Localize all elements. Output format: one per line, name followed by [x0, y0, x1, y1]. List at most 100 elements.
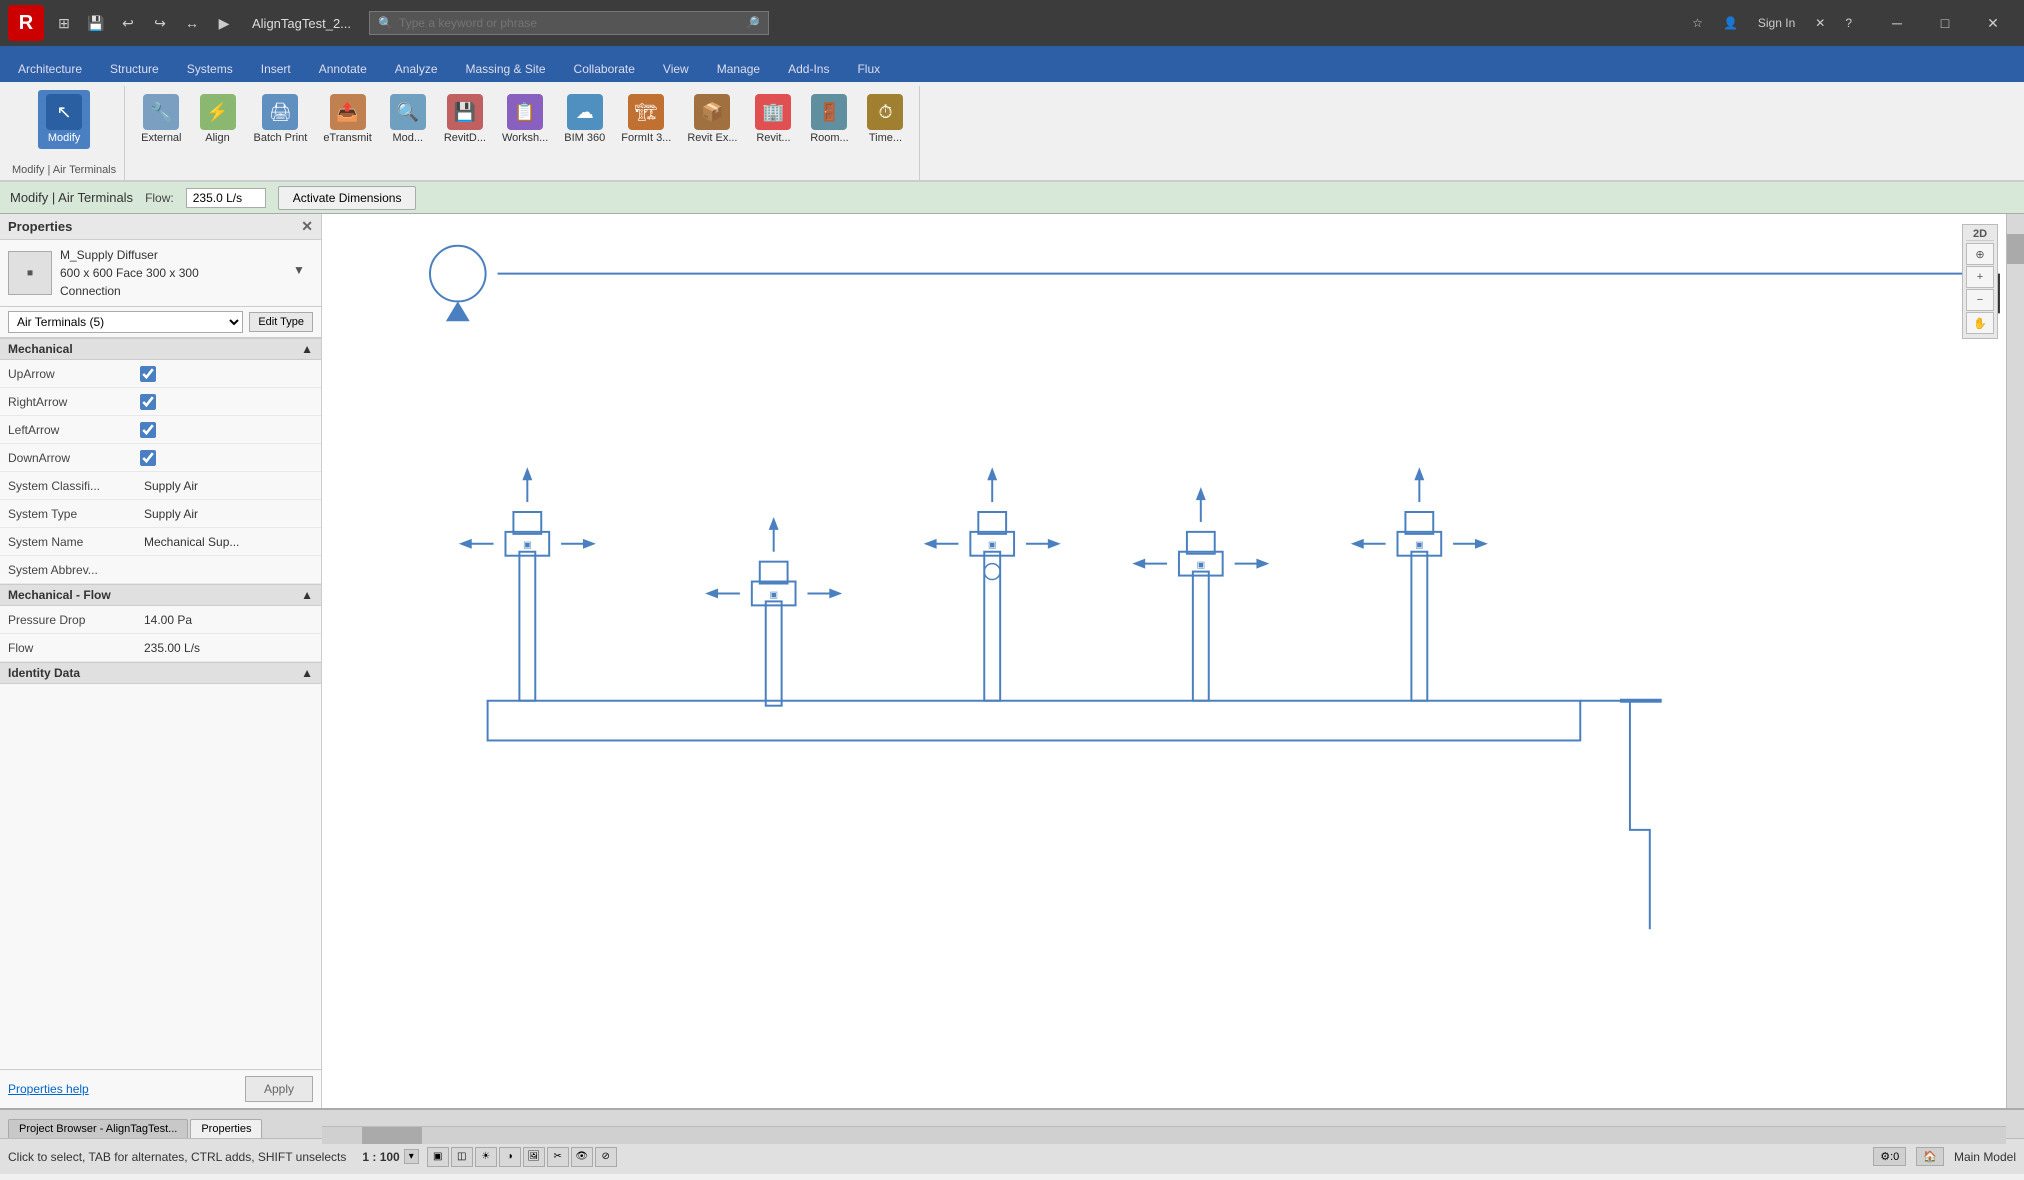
identity-section-header[interactable]: Identity Data ▲ [0, 662, 321, 684]
title-right-area: ☆ 👤 Sign In ✕ ? [1686, 14, 1858, 32]
edit-type-btn[interactable]: Edit Type [249, 312, 313, 332]
minimize-btn[interactable]: ─ [1874, 7, 1920, 39]
horizontal-scrollbar[interactable] [322, 1126, 2006, 1144]
scroll-thumb[interactable] [2007, 234, 2024, 264]
rightarrow-label: RightArrow [0, 395, 140, 409]
activate-dimensions-btn[interactable]: Activate Dimensions [278, 186, 417, 210]
align-btn[interactable]: ⚡ Align [192, 90, 244, 149]
flow-row: Flow 235.00 L/s [0, 634, 321, 662]
time-label: Time... [869, 132, 902, 145]
revit-btn[interactable]: 🏢 Revit... [747, 90, 799, 149]
help-btn[interactable]: ? [1839, 14, 1858, 32]
maximize-btn[interactable]: □ [1922, 7, 1968, 39]
close-app-btn[interactable]: ✕ [1809, 14, 1831, 32]
tab-manage[interactable]: Manage [703, 56, 774, 82]
properties-close-btn[interactable]: ✕ [301, 218, 313, 235]
select-dropdown-label[interactable]: Modify | Air Terminals [12, 164, 116, 176]
workset-btn[interactable]: ⚙:0 [1873, 1147, 1906, 1166]
model-name-btn[interactable]: 🏠 [1916, 1147, 1944, 1166]
context-bar: Modify | Air Terminals Flow: Activate Di… [0, 182, 2024, 214]
worksharing-icon: 📋 [507, 94, 543, 130]
render-btn[interactable]: 🖼 [523, 1147, 545, 1167]
rightarrow-checkbox[interactable] [140, 394, 156, 410]
tab-addins[interactable]: Add-Ins [774, 56, 843, 82]
tab-systems[interactable]: Systems [173, 56, 247, 82]
detail-level-btn[interactable]: ▣ [427, 1147, 449, 1167]
ribbon-panel: ↖ Modify Modify | Air Terminals 🔧 Extern… [0, 82, 2024, 182]
mechanical-section-header[interactable]: Mechanical ▲ [0, 338, 321, 360]
revitex-btn[interactable]: 📦 Revit Ex... [681, 90, 743, 149]
signin-btn[interactable]: Sign In [1752, 14, 1801, 32]
room-btn[interactable]: 🚪 Room... [803, 90, 855, 149]
project-browser-tab[interactable]: Project Browser - AlignTagTest... [8, 1119, 188, 1138]
zoom-fit-btn[interactable]: ⊕ [1966, 243, 1994, 265]
visual-style-btn[interactable]: ◫ [451, 1147, 473, 1167]
vertical-scrollbar[interactable] [2006, 214, 2024, 1108]
temp-hide-btn[interactable]: ⊘ [595, 1147, 617, 1167]
svg-text:▣: ▣ [523, 540, 531, 550]
qat-play[interactable]: ▶ [210, 9, 238, 37]
tab-analyze[interactable]: Analyze [381, 56, 452, 82]
leftarrow-checkbox[interactable] [140, 422, 156, 438]
qat-undo[interactable]: ↩ [114, 9, 142, 37]
formit-btn[interactable]: 🏗 FormIt 3... [615, 90, 677, 149]
pan-btn[interactable]: ✋ [1966, 312, 1994, 334]
apply-btn[interactable]: Apply [245, 1076, 313, 1102]
reveal-hidden-btn[interactable]: 👁 [571, 1147, 593, 1167]
qat-redo[interactable]: ↪ [146, 9, 174, 37]
crop-btn[interactable]: ✂ [547, 1147, 569, 1167]
user-icon[interactable]: 👤 [1717, 14, 1744, 32]
properties-header: Properties ✕ [0, 214, 321, 240]
search-input[interactable] [399, 16, 739, 30]
mod-btn[interactable]: 🔍 Mod... [382, 90, 434, 149]
zoom-out-btn[interactable]: − [1966, 289, 1994, 311]
search-box[interactable]: 🔍 🔎 [369, 11, 769, 35]
batchprint-icon: 🖨 [262, 94, 298, 130]
scale-options-btn[interactable]: ▾ [404, 1149, 419, 1164]
favorites-btn[interactable]: ☆ [1686, 14, 1709, 32]
tab-massing[interactable]: Massing & Site [452, 56, 560, 82]
uparrow-label: UpArrow [0, 367, 140, 381]
tab-structure[interactable]: Structure [96, 56, 173, 82]
mechflow-section-header[interactable]: Mechanical - Flow ▲ [0, 584, 321, 606]
type-dropdown-btn[interactable]: ▼ [293, 263, 313, 283]
uparrow-checkbox[interactable] [140, 366, 156, 382]
properties-help-link[interactable]: Properties help [8, 1082, 89, 1096]
etransmit-btn[interactable]: 📤 eTransmit [317, 90, 378, 149]
shadows-btn[interactable]: ◑ [499, 1147, 521, 1167]
search-options-icon: 🔎 [745, 16, 760, 30]
flow-input[interactable] [186, 188, 266, 208]
mechflow-label: Mechanical - Flow [8, 588, 111, 602]
worksharing-btn[interactable]: 📋 Worksh... [496, 90, 554, 149]
tab-flux[interactable]: Flux [843, 56, 894, 82]
properties-tab[interactable]: Properties [190, 1119, 262, 1138]
close-btn[interactable]: ✕ [1970, 7, 2016, 39]
revitd-icon: 💾 [447, 94, 483, 130]
sun-path-btn[interactable]: ☀ [475, 1147, 497, 1167]
tab-annotate[interactable]: Annotate [305, 56, 381, 82]
tab-insert[interactable]: Insert [247, 56, 305, 82]
type-name: M_Supply Diffuser [60, 246, 285, 264]
tab-collaborate[interactable]: Collaborate [560, 56, 649, 82]
canvas-area[interactable]: ▣ ▣ ▣ ▣ ▣ 2D ⊕ + − ✋ [322, 214, 2024, 1108]
external-btn[interactable]: 🔧 External [135, 90, 187, 149]
qat-home[interactable]: ⊞ [50, 9, 78, 37]
h-scroll-thumb[interactable] [362, 1127, 422, 1144]
room-icon: 🚪 [811, 94, 847, 130]
external-icon: 🔧 [143, 94, 179, 130]
etransmit-label: eTransmit [323, 132, 372, 145]
modify-btn[interactable]: ↖ Modify [38, 90, 90, 149]
tab-view[interactable]: View [649, 56, 703, 82]
revitd-btn[interactable]: 💾 RevitD... [438, 90, 492, 149]
qat-save[interactable]: 💾 [82, 9, 110, 37]
tab-architecture[interactable]: Architecture [4, 56, 96, 82]
type-selector[interactable]: Air Terminals (5) [8, 311, 243, 333]
qat-measure[interactable]: ↔ [178, 9, 206, 37]
downarrow-checkbox[interactable] [140, 450, 156, 466]
bim360-btn[interactable]: ☁ BIM 360 [558, 90, 611, 149]
batchprint-btn[interactable]: 🖨 Batch Print [248, 90, 314, 149]
zoom-in-btn[interactable]: + [1966, 266, 1994, 288]
type-info: M_Supply Diffuser 600 x 600 Face 300 x 3… [60, 246, 285, 300]
model-name-label: Main Model [1954, 1150, 2016, 1164]
time-btn[interactable]: ⏱ Time... [859, 90, 911, 149]
